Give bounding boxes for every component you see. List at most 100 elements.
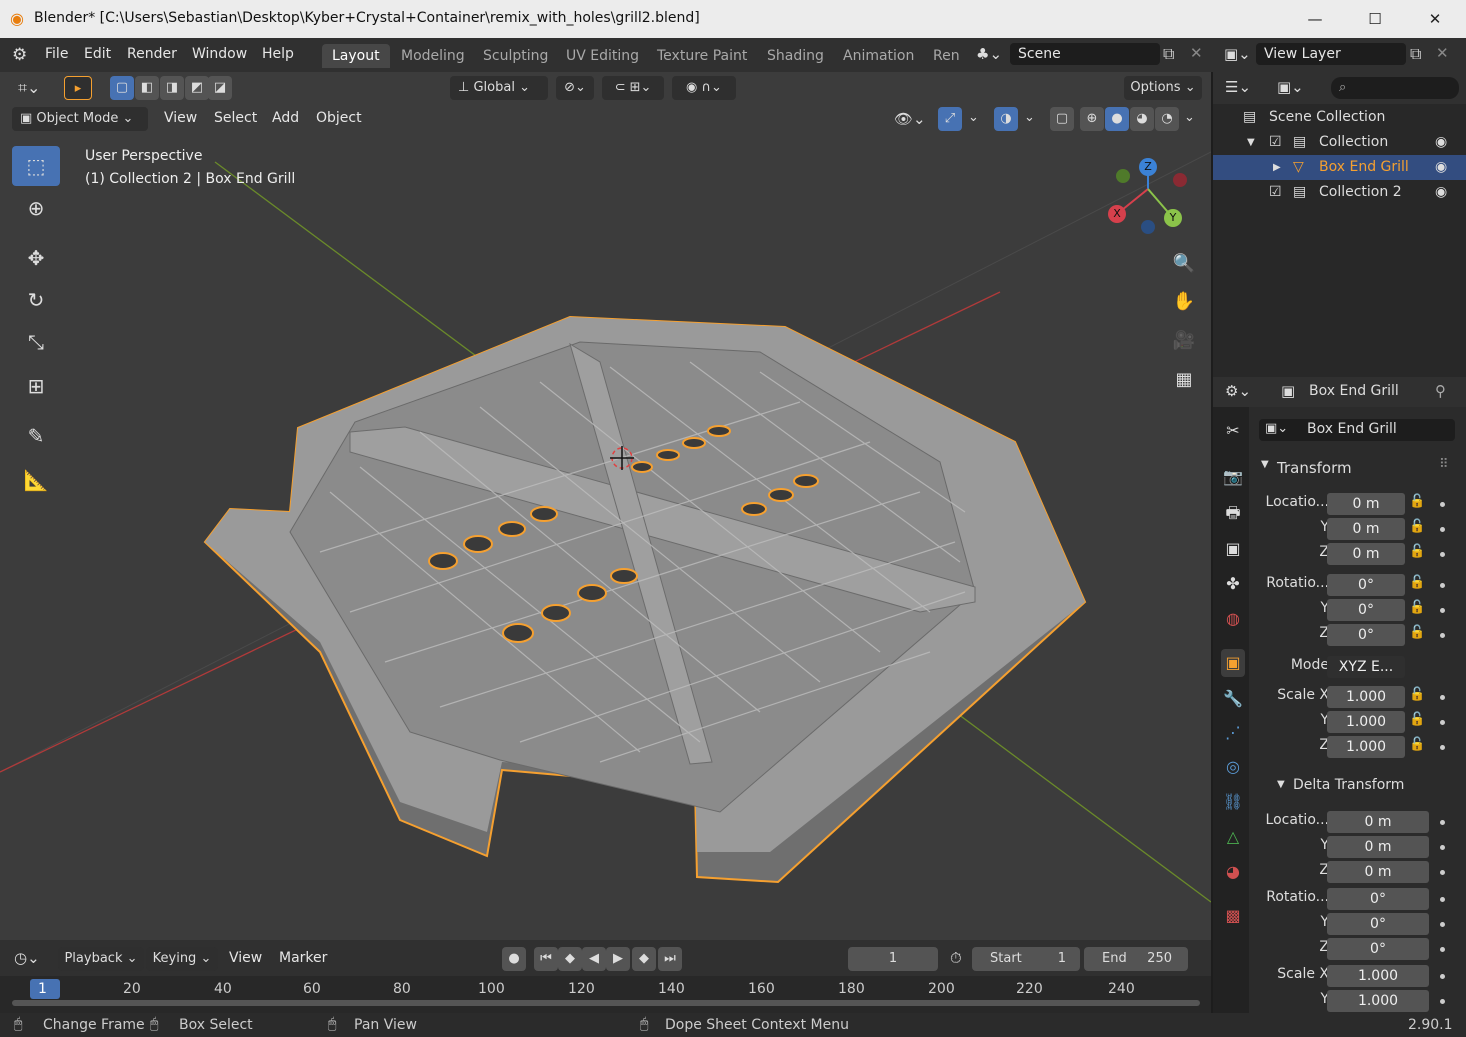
scale-tool-icon[interactable]: ⤡: [12, 322, 60, 362]
texture-tab-icon[interactable]: ▩: [1221, 902, 1245, 930]
gizmo-toggle-icon[interactable]: ⤢: [938, 107, 962, 131]
expand-arrow-icon[interactable]: ▶: [1273, 155, 1281, 180]
select-extend-icon[interactable]: ◧: [135, 76, 159, 100]
view-layer-tab-icon[interactable]: ▣: [1221, 535, 1245, 563]
eye-icon[interactable]: ◉: [1435, 130, 1447, 155]
keyframe-dot-icon[interactable]: [1440, 720, 1445, 725]
outliner-row-scene-collection[interactable]: ▤ Scene Collection: [1213, 105, 1466, 130]
lock-icon[interactable]: 🔓: [1409, 519, 1425, 534]
property-value-field[interactable]: 0°: [1327, 599, 1405, 621]
record-icon[interactable]: ●: [502, 947, 526, 971]
outliner-editor-icon[interactable]: ☰⌄: [1225, 78, 1251, 96]
select-box-tool-icon[interactable]: ⬚: [12, 146, 60, 186]
keyframe-dot-icon[interactable]: [1440, 527, 1445, 532]
select-tool-icon[interactable]: ▸: [64, 76, 92, 100]
property-value-field[interactable]: 0 m: [1327, 861, 1429, 883]
property-value-field[interactable]: 1.000: [1327, 736, 1405, 758]
shading-dropdown-icon[interactable]: ⌄: [1184, 110, 1195, 125]
3d-viewport[interactable]: Z X Y ⌗⌄ ▸ ▢ ◧ ◨ ◩ ◪ ⊥ Global ⌄ ⊘⌄ ⊂ ⊞⌄ …: [0, 72, 1211, 940]
play-icon[interactable]: ▶: [606, 947, 630, 971]
gizmo-z-label[interactable]: Z: [1139, 158, 1157, 176]
maximize-button[interactable]: ☐: [1352, 6, 1398, 32]
outliner-row-collection[interactable]: ▼ ☑ ▤ Collection ◉: [1213, 130, 1466, 155]
scene-name-field[interactable]: Scene: [1010, 43, 1160, 65]
constraints-tab-icon[interactable]: ⛓: [1221, 788, 1245, 816]
stopwatch-icon[interactable]: ⏱: [950, 949, 962, 967]
menu-file[interactable]: File: [45, 46, 68, 62]
visibility-icon[interactable]: 👁⌄: [894, 110, 926, 128]
tool-tab-icon[interactable]: ✂: [1221, 417, 1245, 445]
keyframe-dot-icon[interactable]: [1440, 583, 1445, 588]
lock-icon[interactable]: 🔓: [1409, 575, 1425, 590]
menu-window[interactable]: Window: [192, 46, 247, 62]
viewport-menu-object[interactable]: Object: [316, 110, 362, 126]
measure-tool-icon[interactable]: 📐: [12, 460, 60, 500]
rendered-shading-icon[interactable]: ◔: [1155, 107, 1179, 131]
keyframe-dot-icon[interactable]: [1440, 745, 1445, 750]
checkbox-icon[interactable]: ☑: [1269, 180, 1282, 205]
remove-scene-icon[interactable]: ✕: [1190, 44, 1203, 62]
transform-panel-header[interactable]: ▼ Transform ⠿: [1253, 455, 1466, 481]
keyframe-dot-icon[interactable]: [1440, 820, 1445, 825]
keyframe-dot-icon[interactable]: [1440, 897, 1445, 902]
property-value-field[interactable]: 0°: [1327, 624, 1405, 646]
transform-tool-icon[interactable]: ⊞: [12, 366, 60, 406]
material-tab-icon[interactable]: ◕: [1221, 858, 1245, 886]
minimize-button[interactable]: —: [1292, 6, 1338, 32]
xray-icon[interactable]: ▢: [1050, 107, 1074, 131]
end-frame-field[interactable]: End 250: [1084, 947, 1188, 971]
property-value-field[interactable]: 0°: [1327, 938, 1429, 960]
keyframe-dot-icon[interactable]: [1440, 947, 1445, 952]
tab-modeling[interactable]: Modeling: [391, 44, 475, 68]
particles-tab-icon[interactable]: ⋰: [1221, 719, 1245, 747]
data-tab-icon[interactable]: △: [1221, 823, 1245, 851]
keyframe-dot-icon[interactable]: [1440, 974, 1445, 979]
viewport-menu-select[interactable]: Select: [214, 110, 257, 126]
play-reverse-icon[interactable]: ◀: [582, 947, 606, 971]
select-invert-icon[interactable]: ◩: [185, 76, 209, 100]
pan-hand-icon[interactable]: ✋: [1168, 286, 1200, 318]
keyframe-dot-icon[interactable]: [1440, 845, 1445, 850]
tab-sculpting[interactable]: Sculpting: [473, 44, 558, 68]
mode-dropdown[interactable]: ▣ Object Mode ⌄: [12, 107, 148, 131]
property-value-field[interactable]: 0°: [1327, 913, 1429, 935]
timeline-menu-view[interactable]: View: [229, 950, 262, 966]
menu-help[interactable]: Help: [262, 46, 294, 62]
delta-transform-header[interactable]: Delta Transform: [1293, 777, 1404, 793]
tab-shading[interactable]: Shading: [757, 44, 834, 68]
render-tab-icon[interactable]: 📷: [1221, 463, 1245, 491]
world-tab-icon[interactable]: ◍: [1221, 605, 1245, 633]
property-value-field[interactable]: 0 m: [1327, 518, 1405, 540]
collapse-arrow-icon[interactable]: ▼: [1277, 779, 1285, 790]
select-new-icon[interactable]: ▢: [110, 76, 134, 100]
property-value-field[interactable]: 0°: [1327, 888, 1429, 910]
lock-icon[interactable]: 🔓: [1409, 737, 1425, 752]
close-button[interactable]: ✕: [1412, 6, 1458, 32]
timeline-editor-icon[interactable]: ◷⌄: [14, 949, 40, 967]
outliner-row-box-end-grill[interactable]: ▶ ▽ Box End Grill ◉: [1213, 155, 1466, 180]
property-value-field[interactable]: 1.000: [1327, 686, 1405, 708]
drag-handle-icon[interactable]: ⠿: [1439, 457, 1449, 472]
lock-icon[interactable]: 🔓: [1409, 544, 1425, 559]
cursor-tool-icon[interactable]: ⊕: [12, 188, 60, 228]
keyframe-dot-icon[interactable]: [1440, 552, 1445, 557]
property-value-field[interactable]: 0 m: [1327, 811, 1429, 833]
outliner-row-collection-2[interactable]: ☑ ▤ Collection 2 ◉: [1213, 180, 1466, 205]
viewport-menu-add[interactable]: Add: [272, 110, 299, 126]
lock-icon[interactable]: 🔓: [1409, 712, 1425, 727]
viewport-menu-view[interactable]: View: [164, 110, 197, 126]
gizmo-y-label[interactable]: Y: [1164, 209, 1182, 227]
timeline-menu-marker[interactable]: Marker: [279, 950, 327, 966]
display-mode-icon[interactable]: ▣⌄: [1277, 78, 1304, 96]
select-subtract-icon[interactable]: ◨: [160, 76, 184, 100]
properties-editor-icon[interactable]: ⚙⌄: [1225, 382, 1251, 400]
timeline-scrollbar[interactable]: [12, 1000, 1200, 1006]
keyframe-dot-icon[interactable]: [1440, 922, 1445, 927]
overlay-toggle-icon[interactable]: ◑: [994, 107, 1018, 131]
gizmo-dropdown-icon[interactable]: ⌄: [968, 110, 979, 125]
keyframe-dot-icon[interactable]: [1440, 870, 1445, 875]
lock-icon[interactable]: 🔓: [1409, 600, 1425, 615]
annotate-tool-icon[interactable]: ✎: [12, 416, 60, 456]
transform-orientation-dropdown[interactable]: ⊥ Global ⌄: [450, 76, 548, 100]
object-name-field[interactable]: ▣⌄ Box End Grill: [1259, 419, 1455, 441]
